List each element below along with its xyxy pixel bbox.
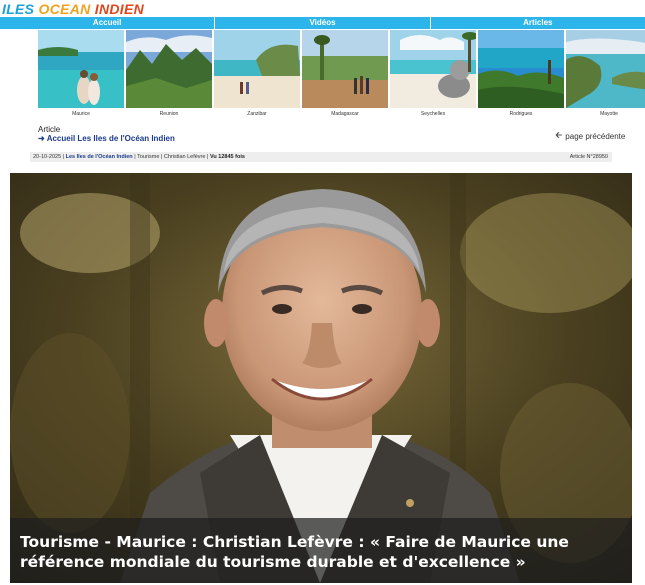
arrow-right-icon: ➜ — [38, 134, 45, 143]
previous-page-label: page précédente — [565, 131, 626, 141]
gallery-item-madagascar[interactable]: Madagascar — [302, 30, 388, 120]
island-photo — [38, 30, 124, 108]
main-nav: Accueil Vidéos Articles — [0, 17, 645, 29]
section-label: Tourisme — [137, 154, 160, 160]
gallery-item-mayotte[interactable]: Mayotte — [566, 30, 645, 120]
island-photo — [478, 30, 564, 108]
article-date: 20-10-2025 — [33, 154, 62, 160]
hero-caption-bar: Tourisme - Maurice : Christian Lefèvre :… — [10, 518, 632, 583]
gallery-item-rodrigues[interactable]: Rodrigues — [478, 30, 564, 120]
nav-tab-videos[interactable]: Vidéos — [215, 17, 431, 29]
logo-text-ocean: OCEAN — [38, 1, 91, 17]
island-photo — [566, 30, 645, 108]
gallery-caption: Madagascar — [331, 111, 359, 117]
author-name: Christian Lefèvre — [163, 154, 206, 160]
article-section-label: Article — [38, 125, 61, 134]
gallery-item-seychelles[interactable]: Seychelles — [390, 30, 476, 120]
gallery-item-zanzibar[interactable]: Zanzibar — [214, 30, 300, 120]
gallery-caption: Maurice — [72, 111, 90, 117]
gallery-caption: Zanzibar — [247, 111, 267, 117]
gallery-item-maurice[interactable]: Maurice — [38, 30, 124, 120]
breadcrumb[interactable]: ➜ Accueil Les Iles de l'Océan Indien — [38, 134, 175, 143]
arrow-left-icon: 🡰 — [555, 130, 563, 140]
gallery-caption: Reunion — [159, 111, 179, 117]
nav-tab-accueil[interactable]: Accueil — [0, 17, 216, 29]
article-number: Article N°28950 — [569, 154, 608, 160]
island-gallery: Maurice Reunion Zanzibar Madagascar Seyc… — [38, 30, 645, 120]
island-photo — [214, 30, 300, 108]
site-logo[interactable]: ILES OCEAN INDIEN — [2, 1, 144, 17]
previous-page-link[interactable]: 🡰 page précédente — [555, 128, 625, 144]
logo-text-indien: INDIEN — [94, 1, 145, 17]
island-photo — [390, 30, 476, 108]
gallery-caption: Rodrigues — [509, 111, 533, 117]
article-meta-bar: 20-10-2025 | Les Iles de l'Océan Indien … — [30, 152, 612, 162]
breadcrumb-link[interactable]: Accueil Les Iles de l'Océan Indien — [47, 134, 175, 143]
island-photo — [126, 30, 212, 108]
gallery-item-reunion[interactable]: Reunion — [126, 30, 212, 120]
nav-tab-articles[interactable]: Articles — [431, 17, 645, 29]
gallery-caption: Mayotte — [600, 111, 618, 117]
logo-text-iles: ILES — [2, 1, 35, 17]
gallery-caption: Seychelles — [420, 111, 446, 117]
category-link[interactable]: Les Iles de l'Océan Indien — [66, 154, 133, 160]
view-count: Vu 12845 fois — [209, 154, 245, 160]
article-title[interactable]: Tourisme - Maurice : Christian Lefèvre :… — [20, 532, 624, 572]
island-photo — [302, 30, 388, 108]
